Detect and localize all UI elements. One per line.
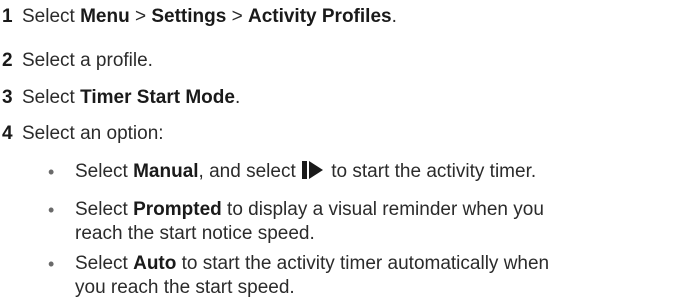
option-text-segment: to start the activity timer automaticall… [176,253,550,274]
step-text-segment: Select a profile. [22,50,153,71]
option-text: Select Prompted to display a visual remi… [75,198,544,222]
menu-label: Menu [80,6,130,27]
prompted-label: Prompted [133,199,222,220]
step-number: 4 [2,123,13,144]
step-text-segment: > [129,6,152,27]
option-text: Select Auto to start the activity timer … [75,252,549,276]
step-text: Select an option: [22,123,164,145]
step-text-segment: Select [22,87,81,108]
option-text-segment: Select [75,161,134,182]
step-text-segment: Select an option: [22,123,164,144]
bullet-marker: • [48,254,55,274]
step-number: 2 [2,50,13,71]
option-text: Select Manual, and select to start the a… [75,160,536,187]
option-text: you reach the start speed. [75,277,295,298]
step-number: 1 [2,6,13,27]
step-text: Select a profile. [22,50,153,72]
bullet-marker: • [48,162,55,182]
step-text-segment: . [234,87,241,108]
option-text-segment: Select [75,253,134,274]
start-stop-icon [302,160,324,187]
option-text-segment: , and select [198,161,301,182]
step-text-segment: . [391,6,397,27]
option-text-segment: to display a visual reminder when you [221,199,544,220]
activity-profiles-label: Activity Profiles [247,6,392,27]
step-text: Select Timer Start Mode. [22,87,240,109]
step-number: 3 [2,87,13,108]
option-text-segment: to start the activity timer. [326,161,537,182]
step-text: Select Menu > Settings > Activity Profil… [22,6,397,28]
step-text-segment: > [226,6,248,27]
auto-label: Auto [133,253,177,274]
step-text-segment: Select [22,6,81,27]
manual-label: Manual [133,161,199,182]
settings-label: Settings [151,6,227,27]
timer-start-mode-label: Timer Start Mode [80,87,235,108]
bullet-marker: • [48,200,55,220]
option-text: reach the start notice speed. [75,223,315,244]
option-text-segment: Select [75,199,134,220]
